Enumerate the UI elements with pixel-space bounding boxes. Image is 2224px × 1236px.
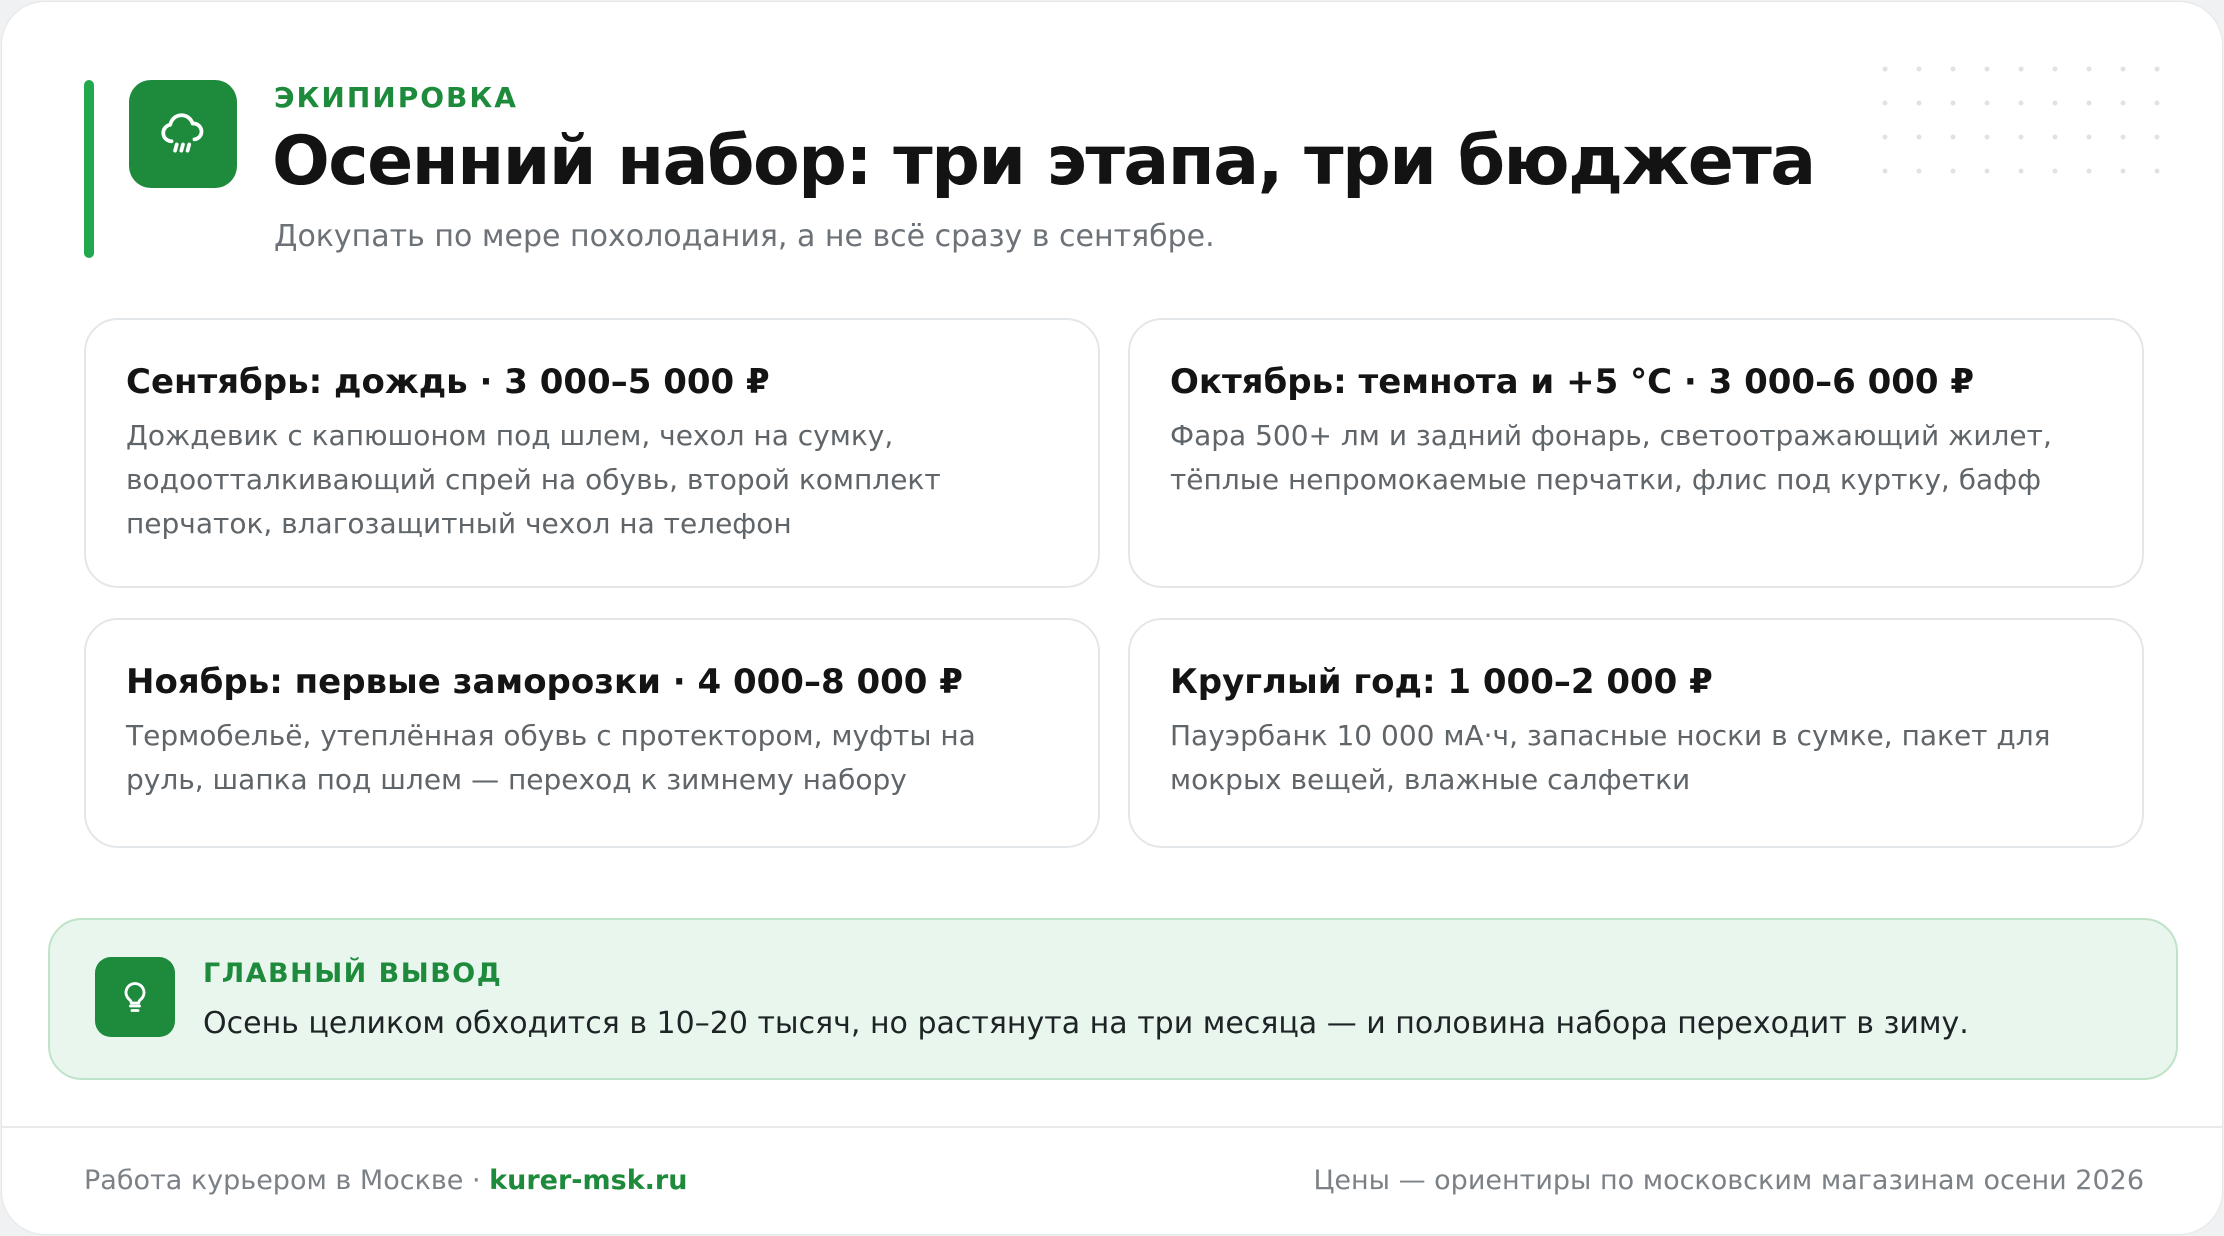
stage-card-text: Дождевик с капюшоном под шлем, чехол на … (126, 419, 941, 540)
stage-card-text: Пауэрбанк 10 000 мА·ч, запасные носки в … (1170, 719, 2051, 796)
stage-card-year-round: Круглый год: 1 000–2 000 ₽ Пауэрбанк 10 … (1128, 618, 2144, 848)
takeaway-text: Осень целиком обходится в 10–20 тысяч, н… (203, 1006, 1969, 1041)
page-subtitle: Докупать по мере похолодания, а не всё с… (274, 219, 1215, 254)
stage-card-text: Фара 500+ лм и задний фонарь, светоотраж… (1170, 419, 2052, 496)
footer-divider (2, 1126, 2222, 1128)
header-accent-bar (84, 80, 94, 258)
footer-note: Цены — ориентиры по московским магазинам… (1313, 1165, 2144, 1196)
stage-card-text: Термобельё, утеплённая обувь с протектор… (126, 719, 976, 796)
footer-site-link[interactable]: kurer-msk.ru (489, 1165, 687, 1196)
footer-credit: Работа курьером в Москве · kurer-msk.ru (84, 1162, 687, 1200)
lightbulb-icon (95, 957, 175, 1037)
key-takeaway-box: ГЛАВНЫЙ ВЫВОД Осень целиком обходится в … (48, 918, 2178, 1080)
dot-pattern-decoration (1868, 52, 2168, 190)
stage-card-title: Сентябрь: дождь · 3 000–5 000 ₽ (126, 362, 770, 402)
stage-card-september: Сентябрь: дождь · 3 000–5 000 ₽ Дождевик… (84, 318, 1100, 588)
footer-separator: · (463, 1165, 490, 1196)
cloud-rain-icon (129, 80, 237, 188)
stage-card-october: Октябрь: темнота и +5 °C · 3 000–6 000 ₽… (1128, 318, 2144, 588)
page-title: Осенний набор: три этапа, три бюджета (272, 122, 1816, 201)
slide-card: ЭКИПИРОВКА Осенний набор: три этапа, три… (1, 1, 2223, 1235)
section-eyebrow: ЭКИПИРОВКА (274, 81, 518, 114)
stage-card-november: Ноябрь: первые заморозки · 4 000–8 000 ₽… (84, 618, 1100, 848)
footer-site-name: Работа курьером в Москве (84, 1165, 464, 1196)
takeaway-label: ГЛАВНЫЙ ВЫВОД (203, 958, 503, 989)
stage-card-title: Ноябрь: первые заморозки · 4 000–8 000 ₽ (126, 662, 963, 702)
stage-card-title: Октябрь: темнота и +5 °C · 3 000–6 000 ₽ (1170, 362, 1975, 402)
stage-card-title: Круглый год: 1 000–2 000 ₽ (1170, 662, 1713, 702)
